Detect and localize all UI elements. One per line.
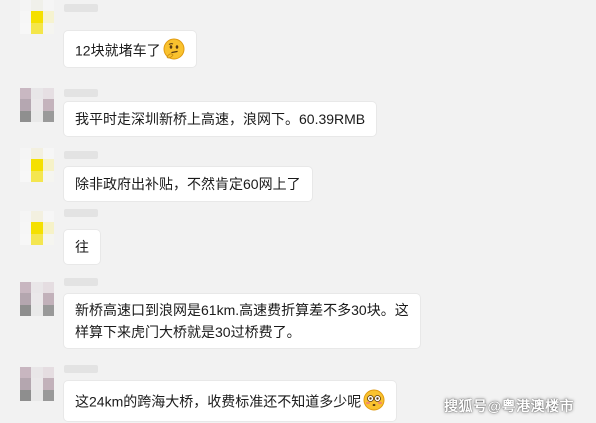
message-text: 12块就堵车了: [75, 42, 161, 59]
message-bubble: 12块就堵车了: [64, 31, 196, 67]
sender-name: [64, 4, 98, 12]
avatar[interactable]: [20, 0, 54, 38]
message-text-line: 新桥高速口到浪网是61km.高速费折算差不多30块。这: [75, 302, 409, 318]
avatar[interactable]: [20, 367, 54, 401]
avatar[interactable]: [20, 148, 54, 182]
message-text-line: 样算下来虎门大桥就是30过桥费了。: [75, 324, 301, 340]
flushed-face-icon: [363, 389, 385, 417]
message-bubble: 我平时走深圳新桥上高速，浪网下。60.39RMB: [64, 102, 377, 136]
sender-name: [64, 209, 98, 217]
avatar[interactable]: [20, 211, 54, 245]
message-text: 往: [75, 239, 89, 255]
sender-name: [64, 278, 98, 286]
sender-name: [64, 89, 98, 97]
message-bubble: 新桥高速口到浪网是61km.高速费折算差不多30块。这 样算下来虎门大桥就是30…: [64, 294, 420, 348]
message-text: 除非政府出补贴，不然肯定60网上了: [75, 176, 301, 192]
message-bubble: 往: [64, 230, 100, 264]
sender-name: [64, 365, 98, 373]
message-bubble: 除非政府出补贴，不然肯定60网上了: [64, 167, 312, 201]
message-bubble: 这24km的跨海大桥，收费标准还不知道多少呢: [64, 381, 397, 421]
avatar[interactable]: [20, 282, 54, 316]
message-text: 我平时走深圳新桥上高速，浪网下。60.39RMB: [75, 111, 366, 127]
sender-name: [64, 151, 98, 159]
thinking-face-icon: [163, 38, 185, 66]
message-text: 这24km的跨海大桥，收费标准还不知道多少呢: [75, 393, 362, 410]
avatar[interactable]: [20, 88, 54, 122]
watermark: 搜狐号@粤港澳楼市: [444, 398, 575, 414]
